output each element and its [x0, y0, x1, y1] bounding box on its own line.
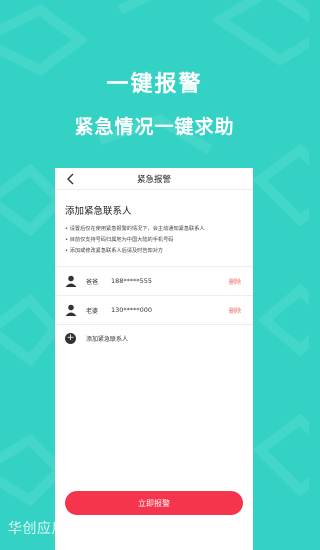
chevron-left-icon[interactable] — [63, 171, 77, 187]
alarm-now-button[interactable]: 立即报警 — [65, 491, 243, 515]
divider — [55, 324, 253, 325]
nav-bar: 紧急报警 — [55, 168, 253, 190]
contact-row[interactable]: 老婆 130*****000 删除 — [55, 296, 253, 324]
note-item: 添加或修改紧急联系人后请及时告知对方 — [65, 246, 247, 257]
contact-name: 爸爸 — [86, 278, 99, 286]
section-title: 添加紧急联系人 — [65, 206, 132, 217]
notes-list: 设置后仅在使用紧急报警的情况下，会主动通知紧急联系人 目前仅支持号码归属地为中国… — [65, 224, 247, 257]
person-icon — [65, 275, 77, 287]
contact-phone: 130*****000 — [111, 306, 153, 314]
note-item: 目前仅支持号码归属地为中国大陆的手机号码 — [65, 235, 247, 246]
hero-title: 一键报警 — [106, 72, 203, 97]
watermark: 华创应用 · HUACHUANGYS.COM — [8, 521, 234, 537]
plus-circle-icon: + — [65, 332, 76, 344]
contact-name: 老婆 — [86, 307, 99, 315]
delete-button[interactable]: 删除 — [229, 306, 241, 315]
contact-phone: 188*****555 — [111, 277, 153, 285]
add-contact-label: 添加紧急联系人 — [86, 335, 129, 343]
note-item: 设置后仅在使用紧急报警的情况下，会主动通知紧急联系人 — [65, 224, 247, 235]
nav-title: 紧急报警 — [136, 174, 171, 185]
contact-row[interactable]: 爸爸 188*****555 删除 — [55, 267, 253, 295]
hero-subtitle: 紧急情况一键求助 — [74, 116, 235, 138]
delete-button[interactable]: 删除 — [229, 277, 241, 286]
add-contact-row[interactable]: + 添加紧急联系人 — [55, 326, 253, 350]
person-icon — [65, 304, 77, 316]
phone-screen: 紧急报警 添加紧急联系人 设置后仅在使用紧急报警的情况下，会主动通知紧急联系人 … — [55, 168, 253, 550]
